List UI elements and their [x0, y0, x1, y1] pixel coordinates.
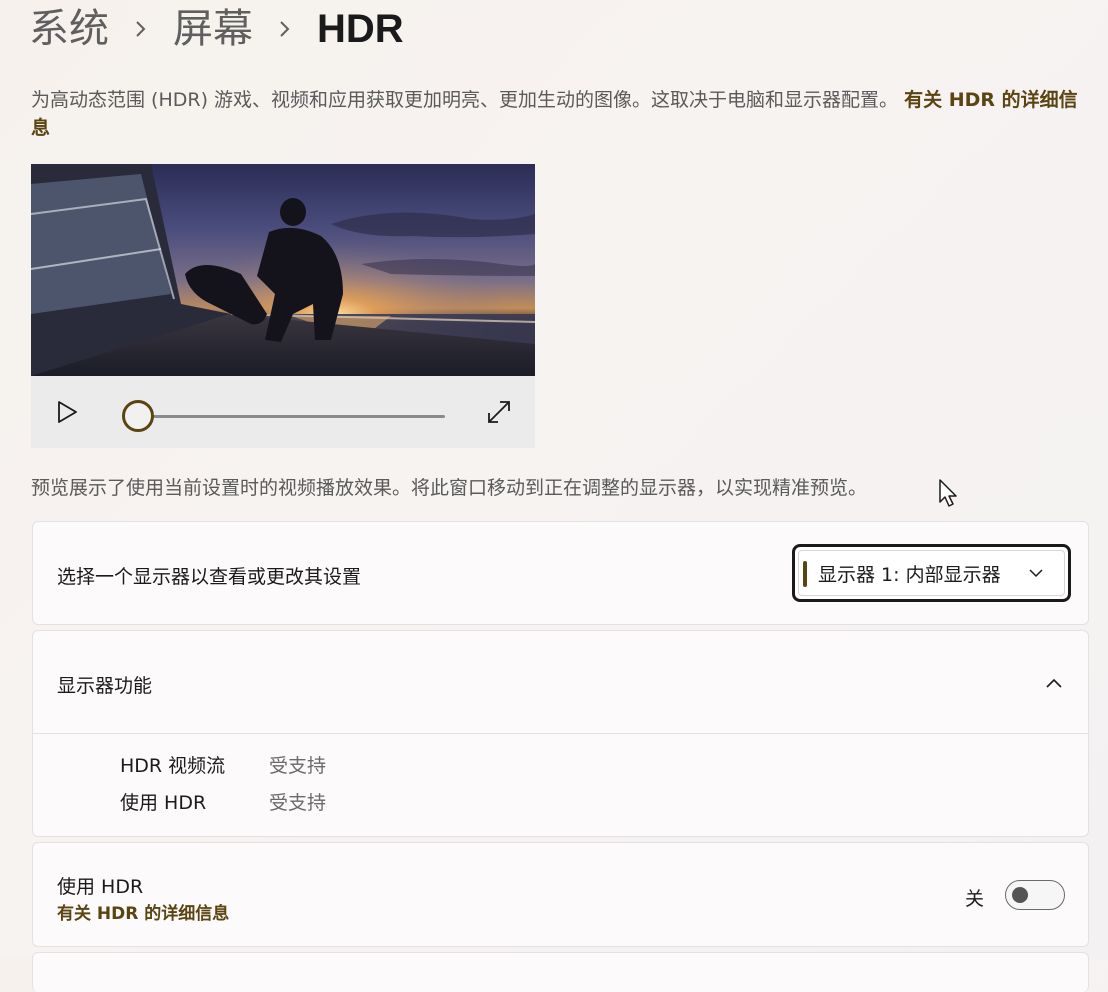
display-dropdown-inner: 显示器 1: 内部显示器	[798, 550, 1065, 596]
breadcrumb-display[interactable]: 屏幕	[173, 2, 253, 56]
page-title: HDR	[317, 7, 404, 51]
use-hdr-info-link[interactable]: 有关 HDR 的详细信息	[57, 899, 229, 924]
preview-note: 预览展示了使用当前设置时的视频播放效果。将此窗口移动到正在调整的显示器，以实现精…	[31, 477, 868, 499]
feature-name: 使用 HDR	[120, 792, 207, 814]
fullscreen-icon[interactable]	[485, 398, 513, 426]
chevron-right-icon	[253, 19, 317, 39]
use-hdr-toggle[interactable]	[1005, 880, 1065, 910]
toggle-knob	[1012, 887, 1028, 903]
page-description: 为高动态范围 (HDR) 游戏、视频和应用获取更加明亮、更加生动的图像。这取决于…	[31, 86, 1091, 142]
display-dropdown-value: 显示器 1: 内部显示器	[818, 564, 1001, 586]
display-dropdown[interactable]: 显示器 1: 内部显示器	[792, 544, 1071, 602]
feature-status: 受支持	[269, 792, 327, 814]
breadcrumb: 系统 屏幕 HDR	[29, 2, 404, 56]
feature-row: 使用 HDR 受支持	[120, 788, 326, 815]
play-icon[interactable]	[53, 398, 81, 426]
feature-status: 受支持	[269, 755, 327, 777]
use-hdr-card: 使用 HDR 有关 HDR 的详细信息 关	[32, 842, 1089, 947]
seek-bar[interactable]	[139, 415, 445, 418]
mouse-cursor-icon	[939, 479, 957, 507]
use-hdr-label: 使用 HDR	[57, 876, 144, 898]
display-select-card: 选择一个显示器以查看或更改其设置 显示器 1: 内部显示器	[32, 521, 1089, 625]
display-features-card: 显示器功能 HDR 视频流 受支持 使用 HDR 受支持	[32, 630, 1089, 837]
chevron-right-icon	[109, 19, 173, 39]
chevron-up-icon[interactable]	[1044, 673, 1064, 693]
chevron-down-icon	[1029, 569, 1043, 578]
feature-name: HDR 视频流	[120, 755, 226, 777]
display-features-title: 显示器功能	[57, 675, 153, 697]
hdr-video-preview	[31, 164, 535, 376]
divider	[33, 733, 1088, 734]
seek-thumb[interactable]	[122, 400, 154, 432]
video-controls	[31, 376, 535, 448]
feature-row: HDR 视频流 受支持	[120, 751, 326, 778]
display-select-label: 选择一个显示器以查看或更改其设置	[57, 566, 362, 588]
next-card	[32, 952, 1089, 992]
toggle-state-label: 关	[965, 888, 985, 910]
description-text: 为高动态范围 (HDR) 游戏、视频和应用获取更加明亮、更加生动的图像。这取决于…	[31, 89, 899, 111]
selection-indicator	[803, 561, 807, 587]
breadcrumb-system[interactable]: 系统	[29, 2, 109, 56]
display-features-header[interactable]: 显示器功能	[33, 631, 1088, 733]
